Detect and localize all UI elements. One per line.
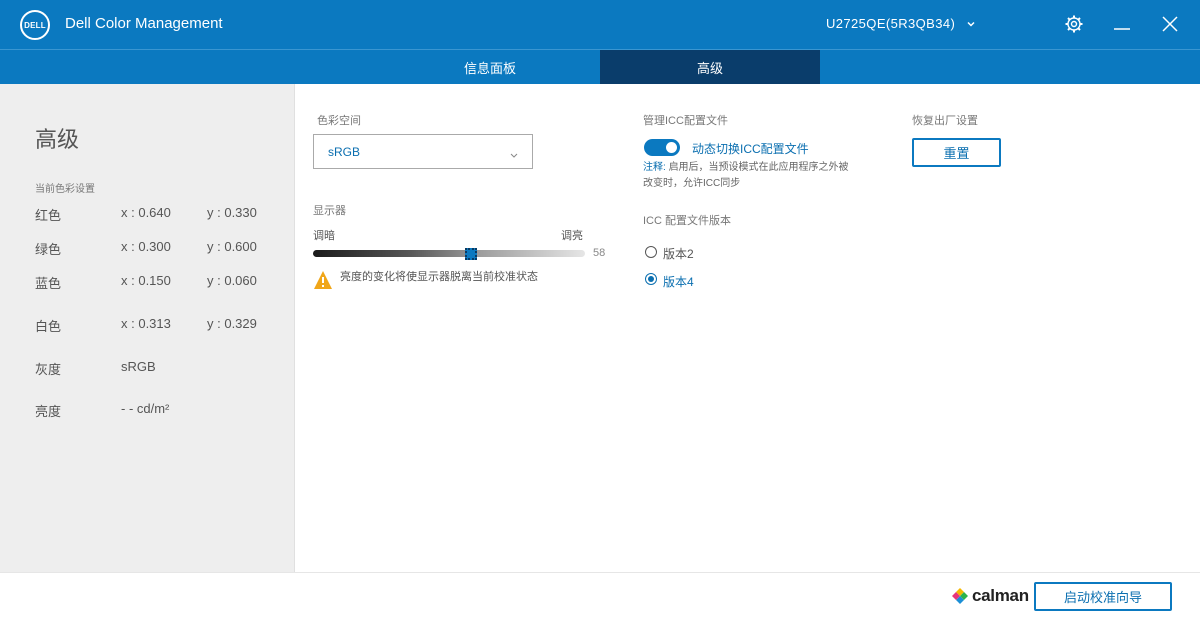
app-title: Dell Color Management [65,15,223,32]
color-row-blue: 蓝色 x : 0.150 y : 0.060 [35,273,285,291]
row-x-value: x : 0.150 [121,273,171,288]
chevron-down-icon [967,20,975,28]
current-settings-panel: 高级 当前色彩设置 红色 x : 0.640 y : 0.330 绿色 x : … [0,84,295,572]
row-y-value: y : 0.330 [207,205,257,220]
luminance-value: - - cd/m² [121,401,170,416]
row-label: 蓝色 [35,276,62,291]
brightness-slider-handle[interactable] [464,248,477,260]
icc-note: 注释: 启用后，当预设模式在此应用程序之外被改变时，允许ICC同步 [643,160,858,192]
close-icon[interactable] [1160,14,1180,34]
color-row-green: 绿色 x : 0.300 y : 0.600 [35,239,285,257]
factory-reset-label: 恢复出厂设置 [912,115,978,127]
reset-button[interactable]: 重置 [912,138,1001,167]
radio-version-4[interactable] [645,273,657,285]
color-space-label: 色彩空间 [317,115,361,127]
chevron-down-icon [510,148,518,162]
brightness-slider[interactable] [313,250,585,257]
note-prefix: 注释: [643,162,666,173]
title-bar: DELL Dell Color Management U2725QE(5R3QB… [0,0,1200,49]
radio-version-2[interactable] [645,246,657,258]
gamma-value: sRGB [121,359,156,374]
row-x-value: x : 0.640 [121,205,171,220]
minimize-icon[interactable] [1112,14,1132,34]
dynamic-icc-label: 动态切换ICC配置文件 [692,142,809,156]
color-space-dropdown[interactable]: sRGB [313,134,533,169]
gamma-row: 灰度 sRGB [35,359,285,377]
monitor-selector[interactable]: U2725QE(5R3QB34) [826,16,975,31]
icc-version-label: ICC 配置文件版本 [643,215,731,227]
luminance-row: 亮度 - - cd/m² [35,401,285,419]
row-label: 灰度 [35,362,62,377]
color-row-red: 红色 x : 0.640 y : 0.330 [35,205,285,223]
row-y-value: y : 0.060 [207,273,257,288]
tab-advanced[interactable]: 高级 [600,50,820,84]
row-y-value: y : 0.329 [207,316,257,331]
note-text: 启用后，当预设模式在此应用程序之外被改变时，允许ICC同步 [643,162,849,189]
color-space-value: sRGB [328,144,361,159]
monitor-name: U2725QE(5R3QB34) [826,16,956,31]
current-color-settings-label: 当前色彩设置 [35,184,95,195]
dim-label: 调暗 [313,230,335,242]
brightness-value: 58 [593,247,606,259]
dell-logo: DELL [20,10,50,40]
manage-icc-label: 管理ICC配置文件 [643,115,728,127]
page-title: 高级 [35,127,80,152]
row-y-value: y : 0.600 [207,239,257,254]
dynamic-icc-toggle[interactable] [644,139,680,156]
row-label: 绿色 [35,242,62,257]
bright-label: 调亮 [561,230,583,242]
brightness-warning: 亮度的变化将使显示器脱离当前校准状态 [340,271,538,283]
version-4-label[interactable]: 版本4 [663,273,694,290]
warning-icon [313,270,333,290]
row-label: 亮度 [35,404,62,419]
display-label: 显示器 [313,205,346,217]
tab-dashboard[interactable]: 信息面板 [380,50,600,84]
logo-text: DELL [24,20,46,30]
row-label: 白色 [35,319,62,334]
version-2-label[interactable]: 版本2 [663,245,694,262]
row-label: 红色 [35,208,62,223]
calman-logo: calman [952,586,1029,606]
color-row-white: 白色 x : 0.313 y : 0.329 [35,316,285,334]
gear-icon[interactable] [1064,14,1084,34]
row-x-value: x : 0.300 [121,239,171,254]
calman-text: calman [972,586,1029,605]
row-x-value: x : 0.313 [121,316,171,331]
start-calibration-wizard-button[interactable]: 启动校准向导 [1034,582,1172,611]
calman-mark-icon [952,588,968,604]
tab-bar: 信息面板 高级 [0,49,1200,84]
toggle-knob [666,142,677,153]
